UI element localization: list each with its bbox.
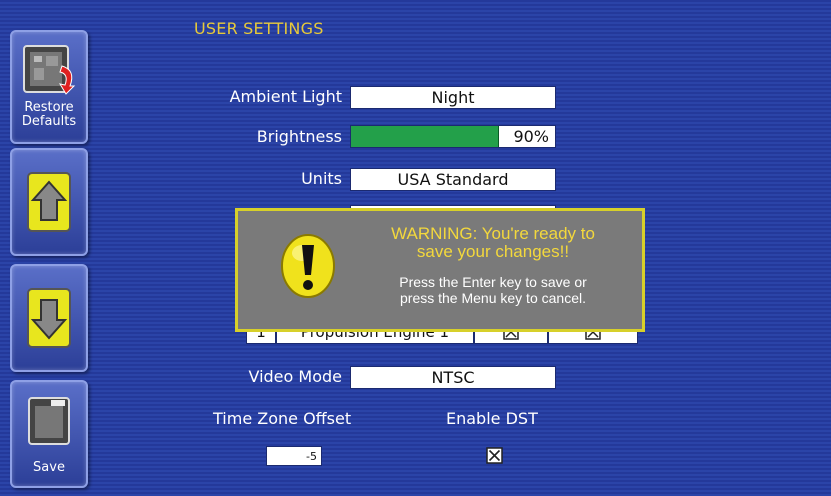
dialog-body-line1: Press the Enter key to save or — [399, 274, 587, 290]
units-field[interactable]: USA Standard — [350, 168, 556, 191]
time-zone-field[interactable]: -5 — [266, 446, 322, 466]
scroll-down-button[interactable] — [10, 264, 88, 372]
page-title: USER SETTINGS — [194, 19, 324, 38]
save-icon — [28, 397, 70, 445]
units-label: Units — [301, 169, 342, 188]
warning-exclamation-icon — [281, 234, 335, 298]
settings-screen: Restore Defaults Save USER SETTINGS Ambi… — [0, 0, 831, 496]
dialog-body-line2: press the Menu key to cancel. — [400, 290, 586, 306]
save-label: Save — [33, 460, 65, 475]
dst-label: Enable DST — [446, 409, 538, 428]
arrow-up-icon — [27, 172, 71, 232]
ambient-light-field[interactable]: Night — [350, 86, 556, 109]
brightness-label: Brightness — [256, 127, 342, 146]
video-mode-label: Video Mode — [248, 367, 342, 386]
video-mode-field[interactable]: NTSC — [350, 366, 556, 389]
brightness-value: 90% — [513, 127, 549, 146]
restore-label-line1: Restore — [24, 100, 74, 115]
dialog-title-line1: WARNING: You're ready to — [391, 224, 595, 243]
ambient-light-label: Ambient Light — [229, 87, 342, 106]
dst-checkbox[interactable] — [486, 447, 503, 464]
scroll-up-button[interactable] — [10, 148, 88, 256]
time-zone-label: Time Zone Offset — [213, 409, 352, 428]
dialog-title-line2: save your changes!! — [416, 242, 570, 261]
restore-defaults-button[interactable]: Restore Defaults — [10, 30, 88, 144]
brightness-fill — [351, 126, 499, 147]
restore-defaults-icon — [23, 45, 76, 95]
brightness-slider[interactable]: 90% — [350, 125, 556, 148]
save-button[interactable]: Save — [10, 380, 88, 488]
restore-label-line2: Defaults — [21, 114, 77, 129]
arrow-down-icon — [27, 288, 71, 348]
save-warning-dialog: WARNING: You're ready to save your chang… — [235, 208, 645, 332]
